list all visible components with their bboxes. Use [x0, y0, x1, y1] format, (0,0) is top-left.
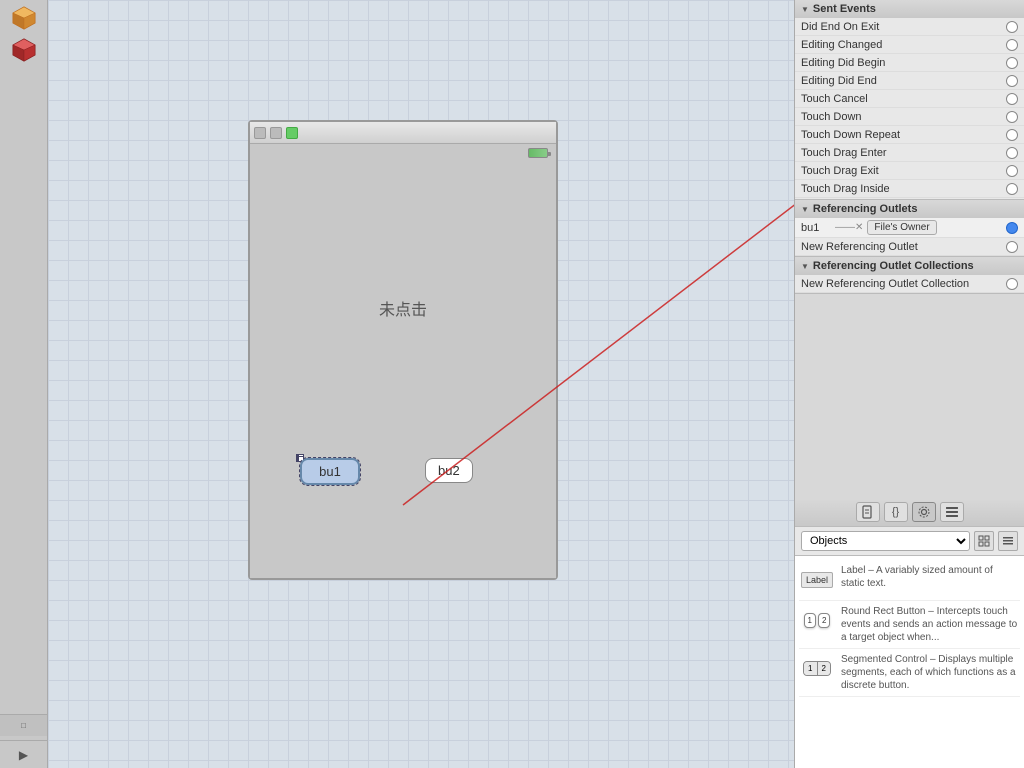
sent-event-label: Touch Drag Enter	[801, 147, 1006, 159]
grid-view-toggle[interactable]	[974, 531, 994, 551]
list-item: 1 2 Segmented Control – Displays multipl…	[799, 649, 1020, 697]
sent-event-label: Touch Cancel	[801, 93, 1006, 105]
list-view-toggle[interactable]	[998, 531, 1018, 551]
sent-event-label: Touch Drag Exit	[801, 165, 1006, 177]
iphone-titlebar	[250, 122, 556, 144]
sent-events-header: Sent Events	[795, 0, 1024, 18]
sent-event-circle[interactable]	[1006, 39, 1018, 51]
gear-tab[interactable]	[912, 502, 936, 522]
outlet-name: bu1	[801, 222, 831, 234]
outlet-row: bu1 ——✕ File's Owner	[795, 218, 1024, 238]
panel-spacer	[795, 294, 1024, 499]
window-min-btn[interactable]	[270, 127, 282, 139]
sent-event-label: Editing Did End	[801, 75, 1006, 87]
size-indicator: □	[0, 714, 48, 736]
referencing-outlets-header: Referencing Outlets	[795, 200, 1024, 218]
component-desc: Segmented Control – Displays multiple se…	[841, 653, 1018, 692]
sent-event-label: Touch Drag Inside	[801, 183, 1006, 195]
component-desc: Label – A variably sized amount of stati…	[841, 564, 1018, 590]
play-button[interactable]: ▶	[0, 740, 48, 768]
sent-event-circle[interactable]	[1006, 183, 1018, 195]
left-toolbar: □ ▶	[0, 0, 48, 768]
component-desc: Round Rect Button – Intercepts touch eve…	[841, 605, 1018, 644]
sent-event-row: Touch Drag Enter	[795, 144, 1024, 162]
sent-event-circle[interactable]	[1006, 57, 1018, 69]
brackets-tab[interactable]: {}	[884, 502, 908, 522]
bu1-button[interactable]: bu1	[300, 458, 360, 485]
sent-event-row: Editing Changed	[795, 36, 1024, 54]
play-icon: ▶	[19, 748, 28, 762]
sent-event-label: Editing Did Begin	[801, 57, 1006, 69]
component-icon: 1 2	[801, 605, 833, 637]
list-item: 1 2 Round Rect Button – Intercepts touch…	[799, 601, 1020, 649]
sent-event-circle[interactable]	[1006, 129, 1018, 141]
button-icon: 1 2	[804, 613, 831, 628]
segmented-icon: 1 2	[803, 661, 831, 676]
referencing-outlets-section: Referencing Outlets bu1 ——✕ File's Owner…	[795, 200, 1024, 257]
component-description: Segmented Control – Displays multiple se…	[841, 653, 1018, 692]
new-outlet-collection-row: New Referencing Outlet Collection	[795, 275, 1024, 293]
right-panel: Sent Events Did End On Exit Editing Chan…	[794, 0, 1024, 768]
new-referencing-outlet-row: New Referencing Outlet	[795, 238, 1024, 256]
outlet-owner: File's Owner	[867, 220, 936, 235]
sent-event-row: Touch Down	[795, 108, 1024, 126]
new-outlet-collection-circle[interactable]	[1006, 278, 1018, 290]
referencing-outlet-collections-section: Referencing Outlet Collections New Refer…	[795, 257, 1024, 294]
component-list: Label Label – A variably sized amount of…	[795, 556, 1024, 768]
iphone-frame: 未点击 bu1 bu2	[248, 120, 558, 580]
label-icon: Label	[801, 572, 833, 588]
cube-red-icon[interactable]	[10, 36, 38, 64]
cube-orange-icon[interactable]	[10, 4, 38, 32]
screen-label: 未点击	[379, 296, 427, 320]
sent-event-row: Editing Did End	[795, 72, 1024, 90]
outlet-arrow-icon: ——✕	[835, 222, 863, 233]
sent-event-circle[interactable]	[1006, 21, 1018, 33]
sent-event-label: Touch Down	[801, 111, 1006, 123]
component-description: Round Rect Button – Intercepts touch eve…	[841, 605, 1018, 644]
outlet-filled-circle[interactable]	[1006, 222, 1018, 234]
sent-event-row: Did End On Exit	[795, 18, 1024, 36]
component-icon: Label	[801, 564, 833, 596]
window-close-btn[interactable]	[254, 127, 266, 139]
sent-event-label: Did End On Exit	[801, 21, 1006, 33]
window-max-btn[interactable]	[286, 127, 298, 139]
bottom-toolbar: {}	[795, 499, 1024, 527]
sent-event-circle[interactable]	[1006, 165, 1018, 177]
iphone-screen: 未点击 bu1 bu2	[250, 144, 556, 578]
sent-event-circle[interactable]	[1006, 147, 1018, 159]
sent-event-circle[interactable]	[1006, 75, 1018, 87]
sent-event-row: Touch Drag Exit	[795, 162, 1024, 180]
sent-event-row: Touch Drag Inside	[795, 180, 1024, 198]
objects-dropdown[interactable]: Objects	[801, 531, 970, 551]
canvas-area: 未点击 bu1 bu2	[48, 0, 794, 768]
list-item: Label Label – A variably sized amount of…	[799, 560, 1020, 601]
sent-event-circle[interactable]	[1006, 111, 1018, 123]
objects-section: Objects	[795, 527, 1024, 556]
sent-events-list: Did End On Exit Editing Changed Editing …	[795, 18, 1024, 200]
sent-event-label: Touch Down Repeat	[801, 129, 1006, 141]
component-icon: 1 2	[801, 653, 833, 685]
sent-events-section: Sent Events Did End On Exit Editing Chan…	[795, 0, 1024, 200]
referencing-outlet-collections-header: Referencing Outlet Collections	[795, 257, 1024, 275]
new-outlet-circle[interactable]	[1006, 241, 1018, 253]
sent-event-label: Editing Changed	[801, 39, 1006, 51]
sent-event-row: Touch Cancel	[795, 90, 1024, 108]
bu2-button[interactable]: bu2	[425, 458, 473, 483]
list-tab[interactable]	[940, 502, 964, 522]
sent-event-row: Editing Did Begin	[795, 54, 1024, 72]
sent-event-circle[interactable]	[1006, 93, 1018, 105]
component-description: Label – A variably sized amount of stati…	[841, 564, 1018, 590]
sent-event-row: Touch Down Repeat	[795, 126, 1024, 144]
file-tab[interactable]	[856, 502, 880, 522]
